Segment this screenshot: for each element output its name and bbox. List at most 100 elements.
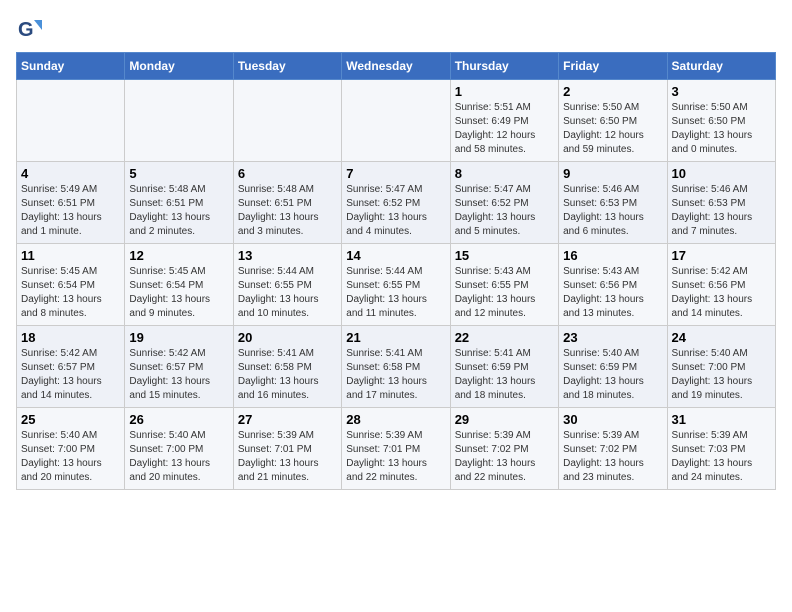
day-info: Sunrise: 5:40 AM Sunset: 7:00 PM Dayligh… [129,429,228,485]
calendar-cell: 4 Sunrise: 5:49 AM Sunset: 6:51 PM Daylig… [17,162,125,244]
calendar-table: SundayMondayTuesdayWednesdayThursdayFrid… [16,52,776,490]
day-info: Sunrise: 5:46 AM Sunset: 6:53 PM Dayligh… [563,183,662,239]
day-number: 16 [563,248,662,263]
calendar-cell: 29Sunrise: 5:39 AM Sunset: 7:02 PM Dayli… [450,408,558,490]
day-number: 25 [21,412,120,427]
day-number: 13 [238,248,337,263]
calendar-cell: 22Sunrise: 5:41 AM Sunset: 6:59 PM Dayli… [450,326,558,408]
day-info: Sunrise: 5:47 AM Sunset: 6:52 PM Dayligh… [455,183,554,239]
calendar-cell: 16Sunrise: 5:43 AM Sunset: 6:56 PM Dayli… [559,244,667,326]
day-info: Sunrise: 5:42 AM Sunset: 6:57 PM Dayligh… [21,347,120,403]
weekday-header-tuesday: Tuesday [233,53,341,80]
day-number: 21 [346,330,445,345]
calendar-cell [125,80,233,162]
calendar-cell: 1 Sunrise: 5:51 AM Sunset: 6:49 PM Daylig… [450,80,558,162]
logo: G [16,16,48,44]
weekday-header-friday: Friday [559,53,667,80]
calendar-cell: 24Sunrise: 5:40 AM Sunset: 7:00 PM Dayli… [667,326,775,408]
page-header: G [16,16,776,44]
calendar-cell: 28 Sunrise: 5:39 AM Sunset: 7:01 PM Dayli… [342,408,450,490]
calendar-cell: 30 Sunrise: 5:39 AM Sunset: 7:02 PM Dayli… [559,408,667,490]
calendar-cell: 27 Sunrise: 5:39 AM Sunset: 7:01 PM Dayli… [233,408,341,490]
day-info: Sunrise: 5:39 AM Sunset: 7:02 PM Dayligh… [563,429,662,485]
day-number: 28 [346,412,445,427]
calendar-cell: 15 Sunrise: 5:43 AM Sunset: 6:55 PM Dayli… [450,244,558,326]
calendar-week-row: 11 Sunrise: 5:45 AM Sunset: 6:54 PM Dayli… [17,244,776,326]
day-number: 19 [129,330,228,345]
day-info: Sunrise: 5:49 AM Sunset: 6:51 PM Dayligh… [21,183,120,239]
weekday-header-sunday: Sunday [17,53,125,80]
calendar-cell: 23 Sunrise: 5:40 AM Sunset: 6:59 PM Dayli… [559,326,667,408]
calendar-cell: 20 Sunrise: 5:41 AM Sunset: 6:58 PM Dayli… [233,326,341,408]
calendar-cell: 10 Sunrise: 5:46 AM Sunset: 6:53 PM Dayli… [667,162,775,244]
day-info: Sunrise: 5:48 AM Sunset: 6:51 PM Dayligh… [129,183,228,239]
day-number: 24 [672,330,771,345]
calendar-cell: 11 Sunrise: 5:45 AM Sunset: 6:54 PM Dayli… [17,244,125,326]
calendar-cell: 31Sunrise: 5:39 AM Sunset: 7:03 PM Dayli… [667,408,775,490]
calendar-cell: 8 Sunrise: 5:47 AM Sunset: 6:52 PM Daylig… [450,162,558,244]
day-info: Sunrise: 5:50 AM Sunset: 6:50 PM Dayligh… [672,101,771,157]
calendar-cell [17,80,125,162]
calendar-week-row: 4 Sunrise: 5:49 AM Sunset: 6:51 PM Daylig… [17,162,776,244]
day-number: 10 [672,166,771,181]
calendar-cell: 19 Sunrise: 5:42 AM Sunset: 6:57 PM Dayli… [125,326,233,408]
calendar-body: 1 Sunrise: 5:51 AM Sunset: 6:49 PM Daylig… [17,80,776,490]
day-info: Sunrise: 5:45 AM Sunset: 6:54 PM Dayligh… [129,265,228,321]
calendar-cell: 25 Sunrise: 5:40 AM Sunset: 7:00 PM Dayli… [17,408,125,490]
day-number: 27 [238,412,337,427]
day-info: Sunrise: 5:40 AM Sunset: 7:00 PM Dayligh… [21,429,120,485]
day-info: Sunrise: 5:41 AM Sunset: 6:58 PM Dayligh… [238,347,337,403]
calendar-cell: 2Sunrise: 5:50 AM Sunset: 6:50 PM Daylig… [559,80,667,162]
day-info: Sunrise: 5:39 AM Sunset: 7:01 PM Dayligh… [346,429,445,485]
day-info: Sunrise: 5:40 AM Sunset: 6:59 PM Dayligh… [563,347,662,403]
day-info: Sunrise: 5:41 AM Sunset: 6:59 PM Dayligh… [455,347,554,403]
calendar-cell: 9 Sunrise: 5:46 AM Sunset: 6:53 PM Daylig… [559,162,667,244]
day-number: 23 [563,330,662,345]
calendar-header: SundayMondayTuesdayWednesdayThursdayFrid… [17,53,776,80]
day-info: Sunrise: 5:39 AM Sunset: 7:01 PM Dayligh… [238,429,337,485]
day-number: 29 [455,412,554,427]
calendar-cell: 5 Sunrise: 5:48 AM Sunset: 6:51 PM Daylig… [125,162,233,244]
day-info: Sunrise: 5:42 AM Sunset: 6:56 PM Dayligh… [672,265,771,321]
day-info: Sunrise: 5:43 AM Sunset: 6:55 PM Dayligh… [455,265,554,321]
calendar-cell: 26Sunrise: 5:40 AM Sunset: 7:00 PM Dayli… [125,408,233,490]
day-number: 20 [238,330,337,345]
day-number: 4 [21,166,120,181]
calendar-cell: 12 Sunrise: 5:45 AM Sunset: 6:54 PM Dayli… [125,244,233,326]
day-info: Sunrise: 5:48 AM Sunset: 6:51 PM Dayligh… [238,183,337,239]
svg-text:G: G [18,19,34,41]
calendar-cell: 3 Sunrise: 5:50 AM Sunset: 6:50 PM Daylig… [667,80,775,162]
calendar-cell: 21Sunrise: 5:41 AM Sunset: 6:58 PM Dayli… [342,326,450,408]
day-number: 14 [346,248,445,263]
day-number: 11 [21,248,120,263]
calendar-cell: 14 Sunrise: 5:44 AM Sunset: 6:55 PM Dayli… [342,244,450,326]
day-number: 1 [455,84,554,99]
day-number: 8 [455,166,554,181]
day-number: 15 [455,248,554,263]
calendar-cell: 13 Sunrise: 5:44 AM Sunset: 6:55 PM Dayli… [233,244,341,326]
day-info: Sunrise: 5:51 AM Sunset: 6:49 PM Dayligh… [455,101,554,157]
day-info: Sunrise: 5:47 AM Sunset: 6:52 PM Dayligh… [346,183,445,239]
calendar-week-row: 25 Sunrise: 5:40 AM Sunset: 7:00 PM Dayli… [17,408,776,490]
day-info: Sunrise: 5:42 AM Sunset: 6:57 PM Dayligh… [129,347,228,403]
day-info: Sunrise: 5:39 AM Sunset: 7:03 PM Dayligh… [672,429,771,485]
day-number: 9 [563,166,662,181]
day-info: Sunrise: 5:45 AM Sunset: 6:54 PM Dayligh… [21,265,120,321]
calendar-cell [233,80,341,162]
day-number: 17 [672,248,771,263]
day-number: 5 [129,166,228,181]
logo-icon: G [16,16,44,44]
calendar-cell: 18Sunrise: 5:42 AM Sunset: 6:57 PM Dayli… [17,326,125,408]
weekday-header-monday: Monday [125,53,233,80]
day-info: Sunrise: 5:44 AM Sunset: 6:55 PM Dayligh… [346,265,445,321]
day-number: 30 [563,412,662,427]
day-info: Sunrise: 5:44 AM Sunset: 6:55 PM Dayligh… [238,265,337,321]
day-info: Sunrise: 5:46 AM Sunset: 6:53 PM Dayligh… [672,183,771,239]
day-number: 2 [563,84,662,99]
calendar-week-row: 18Sunrise: 5:42 AM Sunset: 6:57 PM Dayli… [17,326,776,408]
calendar-week-row: 1 Sunrise: 5:51 AM Sunset: 6:49 PM Daylig… [17,80,776,162]
day-number: 12 [129,248,228,263]
day-number: 3 [672,84,771,99]
calendar-cell: 6Sunrise: 5:48 AM Sunset: 6:51 PM Daylig… [233,162,341,244]
calendar-cell: 17 Sunrise: 5:42 AM Sunset: 6:56 PM Dayli… [667,244,775,326]
